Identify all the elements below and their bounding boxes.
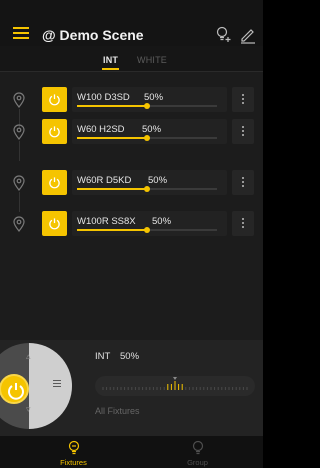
arrow-down-icon[interactable]: ▿ — [26, 404, 31, 415]
power-button[interactable] — [42, 119, 67, 144]
slider-fill — [77, 137, 147, 139]
master-power-button[interactable] — [0, 374, 29, 404]
intensity-slider[interactable] — [77, 186, 217, 192]
control-level-value: 50% — [120, 351, 140, 362]
scene-title[interactable]: @ Demo Scene — [42, 27, 144, 43]
fixture-row: W100R SS8X 50% — [0, 209, 263, 237]
master-control-panel: ▵ ▿ INT 50% All Fixtures — [0, 340, 263, 436]
fixture-name: W60R D5KD — [77, 175, 132, 186]
more-options-button[interactable] — [232, 119, 254, 144]
fixture-level: 50% — [148, 175, 168, 186]
fixture-name: W60 H2SD — [77, 124, 125, 135]
fixture-name: W100R SS8X — [77, 216, 136, 227]
slider-thumb[interactable] — [144, 135, 150, 141]
fixture-row: W60 H2SD 50% — [0, 117, 263, 161]
fixture-list: W100 D3SD 50% W60 H2SD 50% W60R D5KD 50%… — [0, 72, 263, 340]
fixture-row: W60R D5KD 50% — [0, 168, 263, 212]
arrow-up-icon[interactable]: ▵ — [26, 351, 31, 362]
nav-fixtures[interactable]: Fixtures — [8, 436, 139, 468]
target-label: All Fixtures — [95, 406, 140, 416]
more-options-button[interactable] — [232, 87, 254, 112]
row-connector — [19, 141, 20, 161]
nav-group[interactable]: Group — [132, 436, 263, 468]
tab-white[interactable]: WHITE — [137, 55, 167, 65]
app-header: @ Demo Scene — [0, 0, 263, 46]
intensity-slider[interactable] — [77, 227, 217, 233]
slider-fill — [77, 188, 147, 190]
power-button[interactable] — [42, 170, 67, 195]
list-lines-icon[interactable] — [53, 380, 61, 387]
power-button[interactable] — [42, 87, 67, 112]
fixture-name: W100 D3SD — [77, 92, 130, 103]
fixture-level: 50% — [152, 216, 172, 227]
control-mode-label: INT — [95, 351, 111, 362]
ruler-indicator — [173, 377, 177, 380]
nav-fixtures-label: Fixtures — [60, 458, 87, 467]
location-pin-icon — [12, 175, 26, 191]
dial-highlight-segment — [29, 343, 72, 429]
fixture-card[interactable]: W60R D5KD 50% — [72, 170, 227, 195]
slider-fill — [77, 105, 147, 107]
more-options-button[interactable] — [232, 211, 254, 236]
intensity-slider[interactable] — [77, 103, 217, 109]
slider-thumb[interactable] — [144, 186, 150, 192]
more-options-button[interactable] — [232, 170, 254, 195]
power-button[interactable] — [42, 211, 67, 236]
mode-tabs: INT WHITE — [0, 46, 263, 72]
pencil-icon[interactable] — [238, 25, 258, 45]
slider-thumb[interactable] — [144, 227, 150, 233]
fixture-card[interactable]: W100 D3SD 50% — [72, 87, 227, 112]
control-dial[interactable] — [0, 343, 72, 429]
location-pin-icon — [12, 124, 26, 140]
tab-int[interactable]: INT — [103, 55, 118, 65]
bottom-navigation: Fixtures Group — [0, 436, 263, 468]
location-pin-icon — [12, 216, 26, 232]
slider-fill — [77, 229, 147, 231]
active-tab-indicator — [102, 68, 119, 70]
intensity-slider[interactable] — [77, 135, 217, 141]
slider-thumb[interactable] — [144, 103, 150, 109]
bulb-plus-icon[interactable] — [214, 25, 234, 45]
hamburger-menu-icon[interactable] — [13, 27, 29, 39]
fixture-card[interactable]: W100R SS8X 50% — [72, 211, 227, 236]
fixture-level: 50% — [144, 92, 164, 103]
location-pin-icon — [12, 92, 26, 108]
fixture-card[interactable]: W60 H2SD 50% — [72, 119, 227, 144]
fixture-row: W100 D3SD 50% — [0, 85, 263, 129]
intensity-ruler-slider[interactable] — [95, 376, 255, 396]
fixture-level: 50% — [142, 124, 162, 135]
nav-group-label: Group — [187, 458, 208, 467]
